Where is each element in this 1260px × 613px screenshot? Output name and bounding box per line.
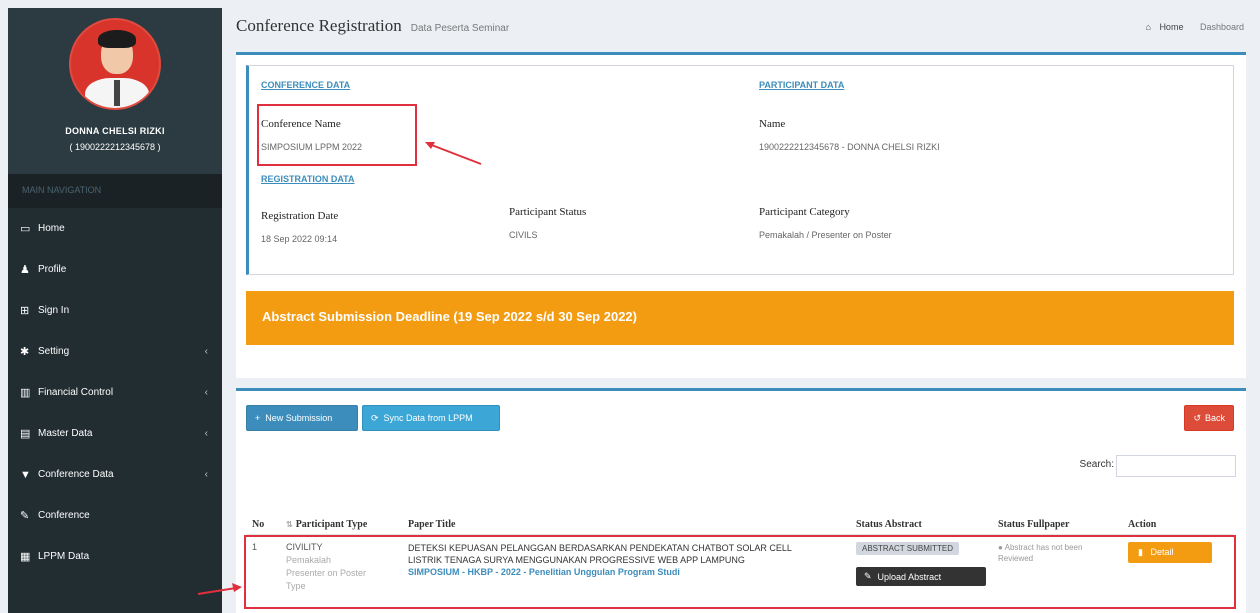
participant-category-value: Pemakalah / Presenter on Poster (759, 230, 892, 240)
new-submission-button[interactable]: + New Submission (246, 405, 358, 431)
registration-info-box: CONFERENCE DATA Conference Name SIMPOSIU… (236, 52, 1246, 378)
trophy-icon: ▼ (20, 468, 31, 481)
sidebar-item-label: Setting (38, 346, 70, 357)
sidebar-menu: ▭ Home ♟ Profile ⊞ Sign In ✱ Setting ‹ ▥ Finan… (8, 208, 222, 577)
home-icon: ⌂ (1145, 22, 1151, 32)
row-highlight (244, 535, 1236, 609)
conference-name-highlight (257, 104, 417, 166)
participant-name-value: 1900222212345678 - DONNA CHELSI RIZKI (759, 142, 940, 152)
sidebar-item-lppm-data[interactable]: ▦ LPPM Data (8, 536, 222, 577)
sidebar-item-conference[interactable]: ✎ Conference (8, 495, 222, 536)
plus-icon: + (255, 413, 261, 423)
info-card: CONFERENCE DATA Conference Name SIMPOSIU… (246, 65, 1234, 275)
search-input[interactable] (1116, 455, 1236, 477)
col-header-no[interactable]: No (246, 489, 280, 536)
col-header-action[interactable]: Action (1122, 489, 1234, 536)
col-header-status-fullpaper[interactable]: Status Fullpaper (992, 489, 1122, 536)
participant-status-label: Participant Status (509, 206, 587, 218)
col-header-participant-type[interactable]: ⇅ Participant Type (280, 489, 402, 536)
avatar (69, 18, 161, 110)
sidebar-item-label: Profile (38, 264, 67, 275)
sidebar-item-label: Conference (38, 510, 90, 521)
sync-icon: ⟳ (371, 412, 379, 423)
pencil-icon: ✎ (20, 510, 30, 522)
col-header-paper-title[interactable]: Paper Title (402, 489, 850, 536)
breadcrumb-home[interactable]: Home (1159, 22, 1183, 32)
chart-icon: ▥ (20, 387, 31, 399)
sidebar-item-label: Conference Data (38, 469, 114, 480)
content-header: Conference Registration Data Peserta Sem… (236, 16, 1246, 46)
sidebar-item-label: Financial Control (38, 387, 114, 398)
chevron-left-icon: ‹ (204, 428, 208, 439)
arrow-annotation-row (197, 583, 242, 595)
chevron-left-icon: ‹ (204, 469, 208, 480)
chevron-left-icon: ‹ (204, 387, 208, 398)
user-id: ( 1900222212345678 ) (69, 142, 161, 152)
sidebar-item-profile[interactable]: ♟ Profile (8, 249, 222, 290)
breadcrumb-active: Dashboard (1199, 22, 1244, 32)
sidebar-item-conference-data[interactable]: ▼ Conference Data ‹ (8, 454, 222, 495)
list-icon: ▤ (20, 428, 31, 440)
gear-icon: ✱ (20, 346, 30, 358)
user-name: DONNA CHELSI RIZKI (65, 126, 165, 136)
nav-header: MAIN NAVIGATION (8, 174, 222, 208)
sidebar-item-sign-in[interactable]: ⊞ Sign In (8, 290, 222, 331)
user-icon: ♟ (20, 264, 30, 276)
sidebar-item-master-data[interactable]: ▤ Master Data ‹ (8, 413, 222, 454)
registration-data-title: REGISTRATION DATA (261, 174, 355, 184)
sidebar-item-label: Home (38, 223, 65, 234)
submission-box: + New Submission ⟳ Sync Data from LPPM ↺… (236, 388, 1246, 613)
arrow-annotation (425, 142, 482, 165)
sidebar-item-label: Sign In (38, 305, 70, 316)
participant-status-value: CIVILS (509, 230, 538, 240)
sidebar: DONNA CHELSI RIZKI ( 1900222212345678 ) … (8, 8, 222, 613)
sidebar-item-setting[interactable]: ✱ Setting ‹ (8, 331, 222, 372)
sign-in-icon: ⊞ (20, 305, 30, 317)
table-icon: ▦ (20, 551, 31, 563)
monitor-icon: ▭ (20, 223, 31, 235)
sidebar-item-label: LPPM Data (38, 551, 90, 562)
page-title: Conference Registration (236, 16, 402, 35)
registration-date-label: Registration Date (261, 210, 339, 222)
registration-date-value: 18 Sep 2022 09:14 (261, 234, 338, 244)
chevron-left-icon: ‹ (204, 346, 208, 357)
user-panel: DONNA CHELSI RIZKI ( 1900222212345678 ) (8, 8, 222, 174)
back-icon: ↺ (1193, 412, 1201, 423)
sidebar-item-home[interactable]: ▭ Home (8, 208, 222, 249)
conference-data-title: CONFERENCE DATA (261, 80, 351, 90)
sidebar-item-label: Master Data (38, 428, 93, 439)
search-label: Search: (1079, 459, 1114, 470)
breadcrumb: ⌂ Home Dashboard (1139, 22, 1244, 32)
col-header-status-abstract[interactable]: Status Abstract (850, 489, 992, 536)
participant-data-title: PARTICIPANT DATA (759, 80, 845, 90)
back-button[interactable]: ↺ Back (1184, 405, 1234, 431)
page-subtitle: Data Peserta Seminar (410, 23, 510, 34)
participant-category-label: Participant Category (759, 206, 850, 218)
sidebar-item-financial-control[interactable]: ▥ Financial Control ‹ (8, 372, 222, 413)
sync-lppm-button[interactable]: ⟳ Sync Data from LPPM (362, 405, 500, 431)
deadline-banner: Abstract Submission Deadline (19 Sep 202… (246, 291, 1234, 345)
participant-name-label: Name (759, 118, 786, 130)
sort-icon: ⇅ (286, 520, 293, 529)
